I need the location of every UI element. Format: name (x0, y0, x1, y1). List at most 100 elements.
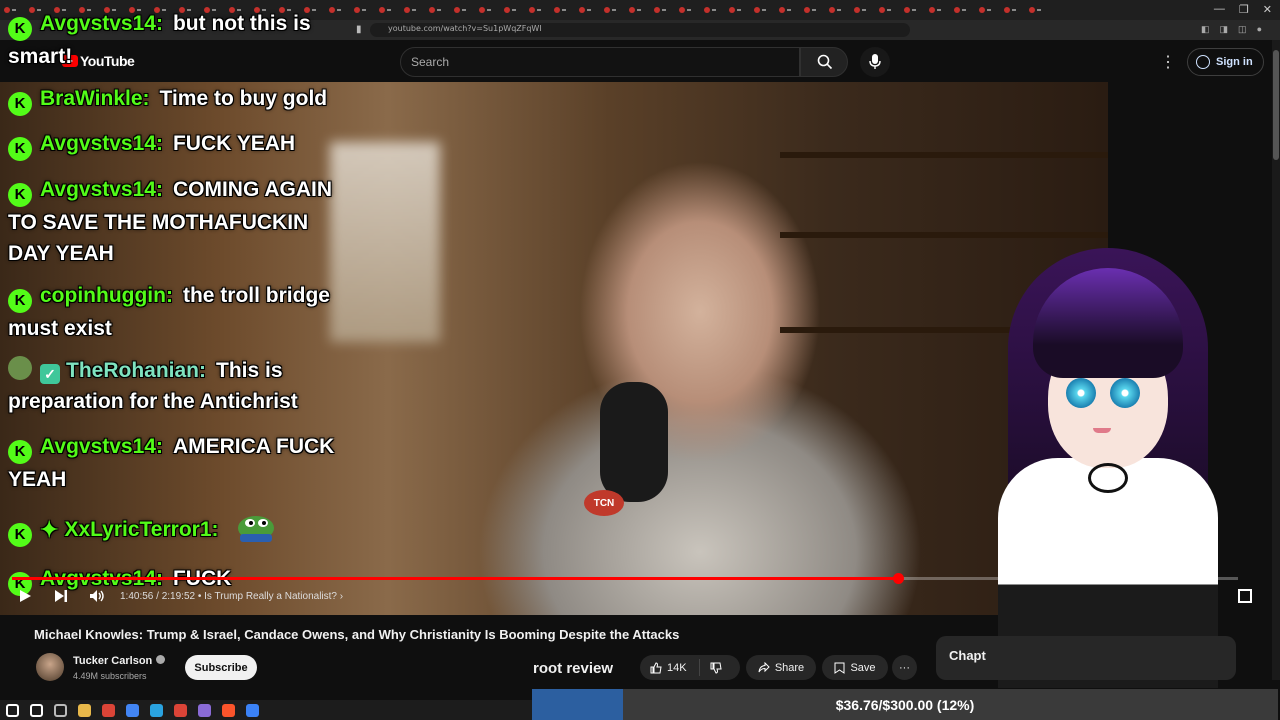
browser-tab[interactable] (654, 4, 668, 16)
chrome-icon[interactable] (174, 703, 187, 717)
profile-icon[interactable]: ● (1257, 24, 1262, 35)
search-icon[interactable] (30, 703, 43, 717)
tab-favicon-icon (379, 7, 385, 13)
player-time-and-chapter: 1:40:56 / 2:19:52 • Is Trump Really a Na… (120, 591, 343, 602)
browser-tab[interactable] (504, 4, 518, 16)
browser-tab[interactable] (729, 4, 743, 16)
extension-icon[interactable]: ◨ (1220, 24, 1229, 35)
tab-favicon-icon (479, 7, 485, 13)
telegram-icon[interactable] (150, 703, 163, 717)
browser-tab[interactable] (379, 4, 393, 16)
share-label: Share (774, 661, 805, 674)
browser-tab[interactable] (779, 4, 793, 16)
play-icon[interactable] (18, 589, 32, 603)
kick-badge-icon: K (8, 92, 32, 116)
next-icon[interactable] (54, 589, 68, 603)
dislike-button[interactable] (700, 662, 732, 674)
task-view-icon[interactable] (54, 703, 67, 717)
chapters-panel[interactable]: Chapt (936, 636, 1236, 680)
obs-icon[interactable] (198, 703, 211, 717)
browser-tab[interactable] (479, 4, 493, 16)
browser-tab[interactable] (854, 4, 868, 16)
tab-title (662, 9, 666, 11)
stream-overlay-text: root review (533, 660, 614, 677)
kick-badge-icon: K (8, 17, 32, 41)
window-controls: — ❐ ✕ (1214, 3, 1272, 16)
kick-badge-icon: K (8, 523, 32, 547)
tab-favicon-icon (954, 7, 960, 13)
channel-name[interactable]: Tucker Carlson (73, 655, 166, 667)
browser-tab[interactable] (754, 4, 768, 16)
tab-title (587, 9, 591, 11)
chevron-right-icon[interactable]: › (340, 591, 343, 602)
tab-favicon-icon (729, 7, 735, 13)
browser-tab[interactable] (829, 4, 843, 16)
browser-tab[interactable] (404, 4, 418, 16)
browser-tab[interactable] (879, 4, 893, 16)
tab-title (787, 9, 791, 11)
pepe-emote-icon (238, 516, 275, 542)
chat-username: Avgvstvs14: (40, 435, 163, 458)
file-explorer-icon[interactable] (78, 703, 91, 717)
chapter-title[interactable]: Is Trump Really a Nationalist? (204, 591, 337, 602)
chat-username: XxLyricTerror1: (64, 518, 219, 541)
windows-icon[interactable] (6, 703, 19, 717)
volume-icon[interactable] (89, 589, 105, 603)
browser-tab[interactable] (604, 4, 618, 16)
browser-tab[interactable] (454, 4, 468, 16)
browser-tab[interactable] (529, 4, 543, 16)
tab-title (612, 9, 616, 11)
browser-tab[interactable] (904, 4, 918, 16)
chat-message: ✓ TheRohanian: This is preparation for the… (8, 355, 358, 417)
extension-icon[interactable]: ◫ (1238, 24, 1247, 35)
close-icon[interactable]: ✕ (1263, 3, 1272, 16)
page-scrollbar[interactable] (1272, 40, 1280, 680)
search-button[interactable] (800, 47, 848, 77)
url-field[interactable]: youtube.com/watch?v=Su1pWqZFqWI (370, 23, 910, 37)
browser-tab[interactable] (929, 4, 943, 16)
like-button[interactable]: 14K (640, 659, 700, 676)
share-button[interactable]: Share (746, 655, 816, 680)
browser-tab[interactable] (1029, 4, 1043, 16)
fullscreen-icon[interactable] (1238, 589, 1252, 603)
chat-username: BraWinkle: (40, 87, 150, 110)
voice-search-button[interactable] (860, 47, 890, 77)
kebab-menu-icon[interactable]: ⋮ (1160, 52, 1176, 72)
brave-icon[interactable] (222, 703, 235, 717)
browser-tab[interactable] (554, 4, 568, 16)
tab-title (912, 9, 916, 11)
tab-favicon-icon (429, 7, 435, 13)
browser-tab[interactable] (979, 4, 993, 16)
scrollbar-thumb[interactable] (1273, 50, 1279, 160)
tab-favicon-icon (504, 7, 510, 13)
app-icon[interactable] (246, 703, 259, 717)
minimize-icon[interactable]: — (1214, 3, 1225, 16)
browser-tab[interactable] (579, 4, 593, 16)
video-progress-bar[interactable] (12, 573, 1238, 584)
extension-icon[interactable]: ◧ (1201, 24, 1210, 35)
more-actions-button[interactable]: ··· (892, 655, 917, 680)
browser-tab[interactable] (704, 4, 718, 16)
save-button[interactable]: Save (822, 655, 888, 680)
avatar-mouth (1093, 428, 1111, 433)
browser-tab[interactable] (804, 4, 818, 16)
browser-tab[interactable] (429, 4, 443, 16)
tab-title (512, 9, 516, 11)
maximize-icon[interactable]: ❐ (1239, 3, 1249, 16)
subscribe-button[interactable]: Subscribe (185, 655, 257, 680)
browser-tab[interactable] (679, 4, 693, 16)
progress-scrubber[interactable] (893, 573, 904, 584)
browser-tab[interactable] (1004, 4, 1018, 16)
channel-avatar[interactable] (36, 653, 64, 681)
sign-in-button[interactable]: Sign in (1187, 48, 1264, 76)
tab-favicon-icon (804, 7, 810, 13)
browser-tab[interactable] (954, 4, 968, 16)
chrome-icon[interactable] (102, 703, 115, 717)
browser-icon[interactable] (126, 703, 139, 717)
search-input[interactable]: Search (400, 47, 800, 77)
tab-title (1012, 9, 1016, 11)
chat-username: Avgvstvs14: (40, 12, 163, 35)
browser-tab[interactable] (629, 4, 643, 16)
bookmark-icon (834, 662, 845, 674)
chapters-label: Chapt (949, 648, 986, 663)
